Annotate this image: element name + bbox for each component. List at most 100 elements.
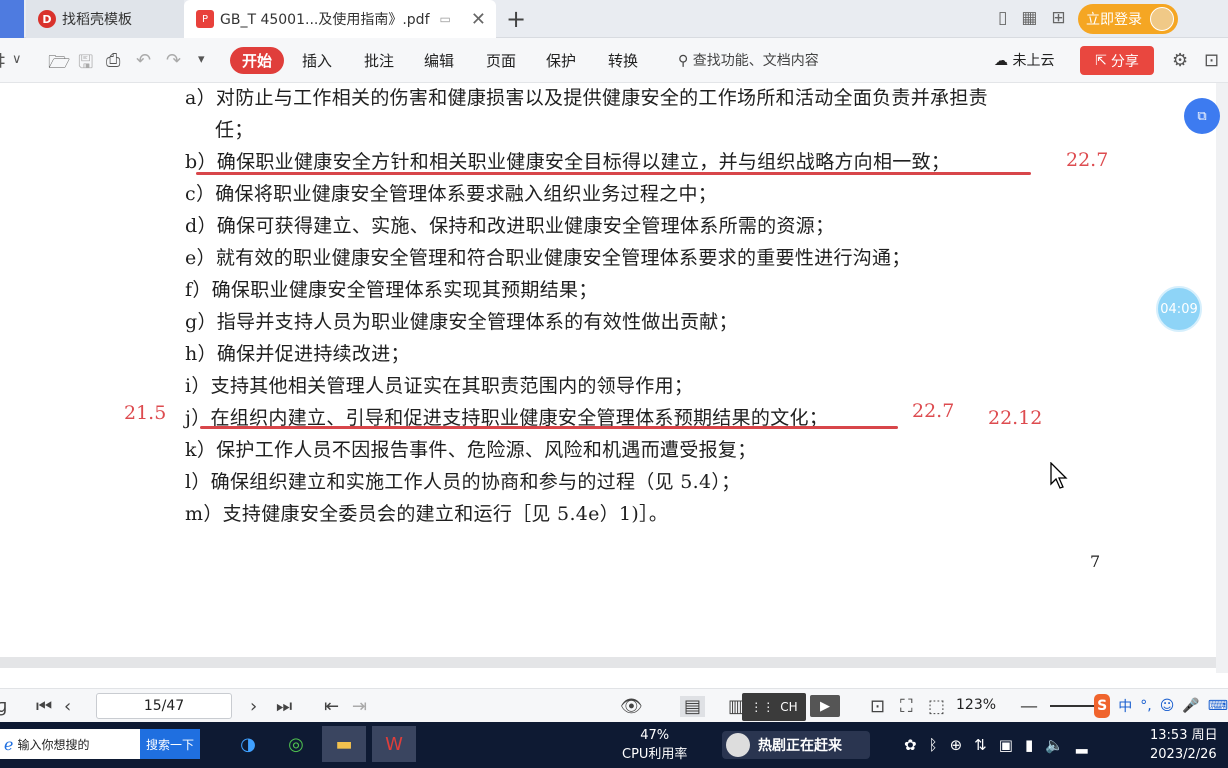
menu-convert[interactable]: 转换 <box>608 50 638 71</box>
tab-pdf[interactable]: P GB_T 45001...及使用指南》.pdf ▭ ✕ <box>184 0 496 38</box>
edge-icon[interactable]: ◑ <box>226 726 270 762</box>
translate-float-icon[interactable]: ⧉ <box>1184 98 1220 134</box>
menu-annotate[interactable]: 批注 <box>364 50 394 71</box>
sogou-logo-icon[interactable]: S <box>1094 694 1111 718</box>
next-page-icon[interactable]: › <box>250 696 257 717</box>
fit-width-icon[interactable]: ⬚ <box>928 696 945 717</box>
windows-taskbar: ℯ 输入你想搜的 搜索一下 ◑ ◎ ▬ W 47% CPU利用率 热剧正在赶来 … <box>0 722 1228 768</box>
fit-page-icon[interactable]: ⛶ <box>900 696 913 717</box>
menu-page[interactable]: 页面 <box>486 50 516 71</box>
page-number: 7 <box>1090 552 1101 571</box>
file-menu-icon[interactable]: ‡ <box>0 50 5 71</box>
chevron-down-icon[interactable]: ∨ <box>12 52 22 67</box>
clock-date: 2023/2/26 <box>1150 747 1217 762</box>
annotation-j-right-2: 22.12 <box>988 407 1043 429</box>
menu-insert[interactable]: 插入 <box>302 50 332 71</box>
doc-line-h: h）确保并促进持续改进； <box>185 343 410 365</box>
save-icon[interactable]: 🖫 <box>78 50 93 80</box>
doc-line-b: b）确保职业健康安全方针和相关职业健康安全目标得以建立，并与组织战略方向相一致； <box>185 151 951 173</box>
reading-mode-icon[interactable]: ▯ <box>998 8 1007 28</box>
actual-size-icon[interactable]: ⊡ <box>870 696 885 717</box>
redo-icon[interactable]: ↷ <box>166 50 181 71</box>
sogou-ime-bar: S 中 °, ☺ 🎤 ⌨ <box>1094 691 1228 721</box>
forward-icon[interactable]: ⇥ <box>352 696 367 717</box>
close-tab-icon[interactable]: ✕ <box>471 9 486 30</box>
taskbar-search-button[interactable]: 搜索一下 <box>140 729 200 759</box>
undo-icon[interactable]: ↶ <box>136 50 151 71</box>
menu-start[interactable]: 开始 <box>230 47 284 74</box>
ime-keyboard-icon[interactable]: ⌨ <box>1208 698 1228 714</box>
news-avatar-icon <box>726 733 750 757</box>
customize-icon[interactable]: ▾ <box>198 52 205 67</box>
cpu-percent: 47% <box>640 728 670 743</box>
search-function[interactable]: ⚲ 查找功能、文档内容 <box>678 50 819 70</box>
doc-line-k: k）保护工作人员不因报告事件、危险源、风险和机遇而遭受报复； <box>185 439 757 461</box>
more-grid-icon[interactable]: ⊞ <box>1051 8 1065 28</box>
annotation-j-right-1: 22.7 <box>912 400 955 422</box>
settings-gear-icon[interactable]: ⚙ <box>1172 50 1188 71</box>
browser-360-icon[interactable]: ◎ <box>274 726 318 762</box>
nav-panel-icon[interactable]: ɡ <box>0 696 7 717</box>
ime-grid-icon: ⋮⋮ <box>750 700 775 714</box>
tab-template-label: 找稻壳模板 <box>62 12 132 28</box>
eye-protect-icon[interactable]: 👁 <box>620 696 643 717</box>
cpu-label: CPU利用率 <box>622 747 688 762</box>
display-icon[interactable]: ▣ <box>999 736 1013 754</box>
ime-voice-icon[interactable]: 🎤 <box>1182 698 1199 714</box>
menu-protect[interactable]: 保护 <box>546 50 576 71</box>
cloud-status[interactable]: ☁ 未上云 <box>994 50 1054 70</box>
green-plus-icon[interactable]: ⊕ <box>950 736 963 754</box>
doc-line-i: i）支持其他相关管理人员证实在其职责范围内的领导作用； <box>185 375 694 397</box>
pen-icon[interactable]: ▮ <box>1025 736 1033 754</box>
new-tab-button[interactable]: + <box>506 5 526 33</box>
network-share-icon[interactable]: ⇅ <box>974 736 987 754</box>
zoom-level[interactable]: 123% <box>956 697 996 713</box>
ie-icon: ℯ <box>4 734 14 754</box>
prev-page-icon[interactable]: ‹ <box>64 696 71 717</box>
recording-timer[interactable]: 04:09 <box>1156 286 1202 332</box>
last-page-icon[interactable]: ⏭ <box>276 696 292 717</box>
flower-app-icon[interactable]: ✿ <box>904 736 917 754</box>
single-page-icon[interactable]: ▤ <box>680 696 706 717</box>
zoom-out-icon[interactable]: — <box>1020 696 1038 717</box>
ime-emoji-icon[interactable]: ☺ <box>1160 698 1175 714</box>
play-icon[interactable]: ▶ <box>810 695 840 717</box>
more-icon[interactable]: ⊡ <box>1204 50 1219 71</box>
taskbar-search-input[interactable]: 输入你想搜的 <box>17 736 89 753</box>
back-icon[interactable]: ⇤ <box>324 696 339 717</box>
wifi-signal-icon[interactable]: ▂ <box>1076 736 1088 754</box>
avatar <box>1150 7 1174 31</box>
ime-punctuation-icon[interactable]: °, <box>1140 698 1151 714</box>
tab-template[interactable]: D 找稻壳模板 <box>26 0 184 38</box>
open-folder-icon[interactable]: 🗁 <box>48 50 70 80</box>
monitor-icon[interactable]: ▭ <box>440 12 451 26</box>
wps-icon[interactable]: W <box>372 726 416 762</box>
first-page-icon[interactable]: ⏮ <box>36 696 52 717</box>
ribbon-toolbar: ‡ ∨ 🗁 🖫 ⎙ ↶ ↷ ▾ 开始 插入 批注 编辑 页面 保护 转换 ⚲ 查… <box>0 38 1228 83</box>
doc-line-e: e）就有效的职业健康安全管理和符合职业健康安全管理体系要求的重要性进行沟通； <box>185 247 911 269</box>
tab-edge[interactable] <box>0 0 24 38</box>
status-bar: ɡ ⏮ ‹ 15/47 › ⏭ ⇤ ⇥ 👁 ▤ ▥ ⋮⋮ CH ▶ ⊡ ⛶ ⬚ … <box>0 688 1228 722</box>
news-widget[interactable]: 热剧正在赶来 <box>722 731 870 759</box>
ime-chinese-mode[interactable]: 中 <box>1118 696 1132 716</box>
taskbar-search[interactable]: ℯ 输入你想搜的 搜索一下 <box>0 729 200 759</box>
login-button[interactable]: 立即登录 <box>1078 4 1178 34</box>
volume-mute-icon[interactable]: 🔈 <box>1045 736 1064 754</box>
vertical-scrollbar[interactable] <box>1216 83 1228 673</box>
annotation-j-left: 21.5 <box>124 402 167 424</box>
bluetooth-icon[interactable]: ᛒ <box>929 736 938 754</box>
file-explorer-icon[interactable]: ▬ <box>322 726 366 762</box>
zoom-slider[interactable] <box>1050 705 1100 707</box>
cloud-label: 未上云 <box>1012 53 1055 69</box>
page-input[interactable]: 15/47 <box>96 693 232 719</box>
ime-indicator[interactable]: ⋮⋮ CH <box>742 693 806 721</box>
share-button[interactable]: ⇱ 分享 <box>1080 46 1154 75</box>
docer-logo-icon: D <box>38 10 56 28</box>
clock[interactable]: 13:53 周日 2023/2/26 <box>1150 726 1218 764</box>
page-gap <box>0 657 1216 668</box>
search-icon: ⚲ <box>678 53 689 69</box>
doc-line-a-cont: 任； <box>215 119 254 141</box>
print-icon[interactable]: ⎙ <box>106 50 120 71</box>
grid-apps-icon[interactable]: ▦ <box>1021 8 1037 28</box>
menu-edit[interactable]: 编辑 <box>424 50 454 71</box>
